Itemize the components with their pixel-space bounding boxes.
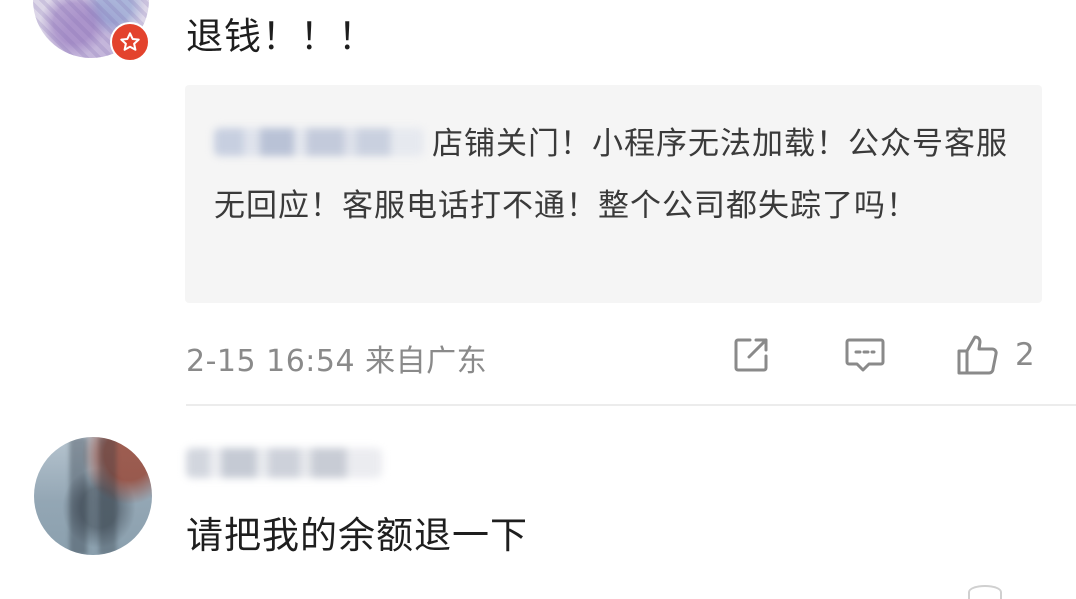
comment-icon [845,338,885,372]
quoted-reply-box[interactable]: 店铺关门！小程序无法加载！公众号客服无回应！客服电话打不通！整个公司都失踪了吗！ [185,85,1042,303]
like-count: 2 [1015,337,1035,373]
commenter-avatar[interactable] [34,437,152,555]
comment-text: 请把我的余额退一下 [186,514,528,557]
reply-button[interactable] [843,333,887,377]
share-icon [734,338,768,372]
like-button[interactable]: 2 [955,333,1035,377]
comment-timestamp: 2-15 16:54 来自广东 [186,344,488,379]
share-button[interactable] [730,333,772,377]
comment-text: 退钱！！！ [186,15,376,58]
next-item-edge [968,585,1002,599]
thumbs-up-icon [957,335,998,375]
vip-star-icon [110,22,150,62]
blurred-username[interactable] [186,448,382,478]
divider [186,404,1076,406]
blurred-username[interactable] [214,128,424,156]
